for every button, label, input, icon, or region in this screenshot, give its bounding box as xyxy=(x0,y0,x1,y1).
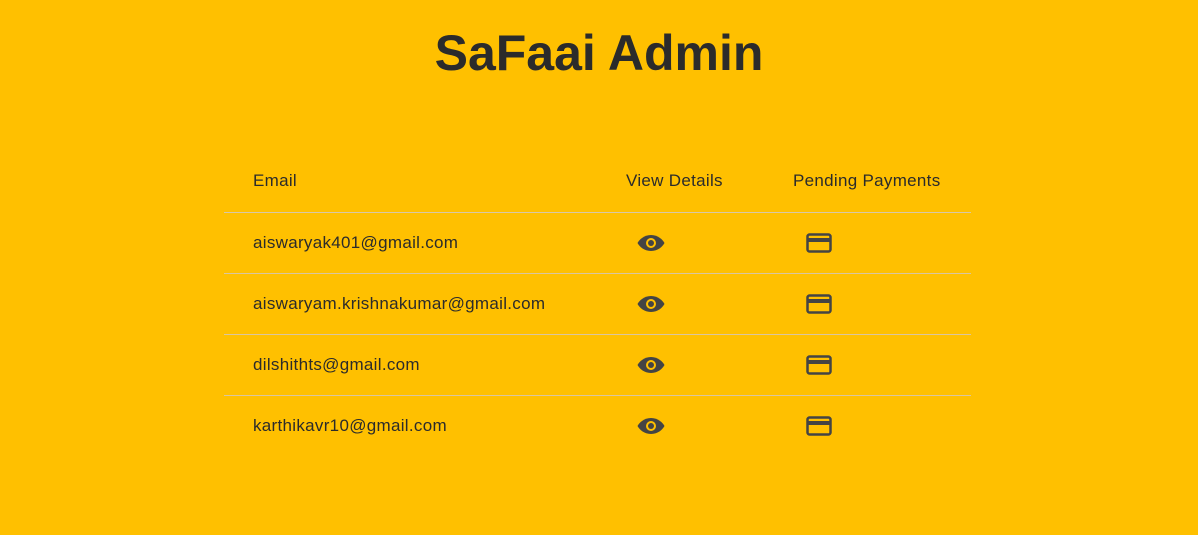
user-email: dilshithts@gmail.com xyxy=(253,355,420,374)
eye-icon xyxy=(637,235,665,251)
pending-payments-button[interactable] xyxy=(803,396,835,456)
table-row: dilshithts@gmail.com xyxy=(224,335,971,396)
table-header-row: Email View Details Pending Payments xyxy=(224,150,971,213)
pending-payments-button[interactable] xyxy=(803,213,835,273)
user-email: aiswaryak401@gmail.com xyxy=(253,233,459,252)
pending-payments-button[interactable] xyxy=(803,335,835,395)
table-row: aiswaryak401@gmail.com xyxy=(224,213,971,274)
table-row: aiswaryam.krishnakumar@gmail.com xyxy=(224,274,971,335)
column-header-email: Email xyxy=(253,171,298,190)
users-table: Email View Details Pending Payments aisw… xyxy=(224,150,971,456)
credit-card-icon xyxy=(806,416,832,436)
user-email: karthikavr10@gmail.com xyxy=(253,416,447,435)
table-row: karthikavr10@gmail.com xyxy=(224,396,971,456)
view-details-button[interactable] xyxy=(635,335,667,395)
eye-icon xyxy=(637,357,665,373)
eye-icon xyxy=(637,418,665,434)
column-header-pending-payments: Pending Payments xyxy=(793,171,941,190)
view-details-button[interactable] xyxy=(635,274,667,334)
credit-card-icon xyxy=(806,355,832,375)
view-details-button[interactable] xyxy=(635,213,667,273)
credit-card-icon xyxy=(806,294,832,314)
pending-payments-button[interactable] xyxy=(803,274,835,334)
user-email: aiswaryam.krishnakumar@gmail.com xyxy=(253,294,546,313)
eye-icon xyxy=(637,296,665,312)
column-header-view-details: View Details xyxy=(626,171,723,190)
admin-page: SaFaai Admin Email View Details Pending … xyxy=(0,0,1198,535)
credit-card-icon xyxy=(806,233,832,253)
view-details-button[interactable] xyxy=(635,396,667,456)
page-title: SaFaai Admin xyxy=(434,25,764,81)
